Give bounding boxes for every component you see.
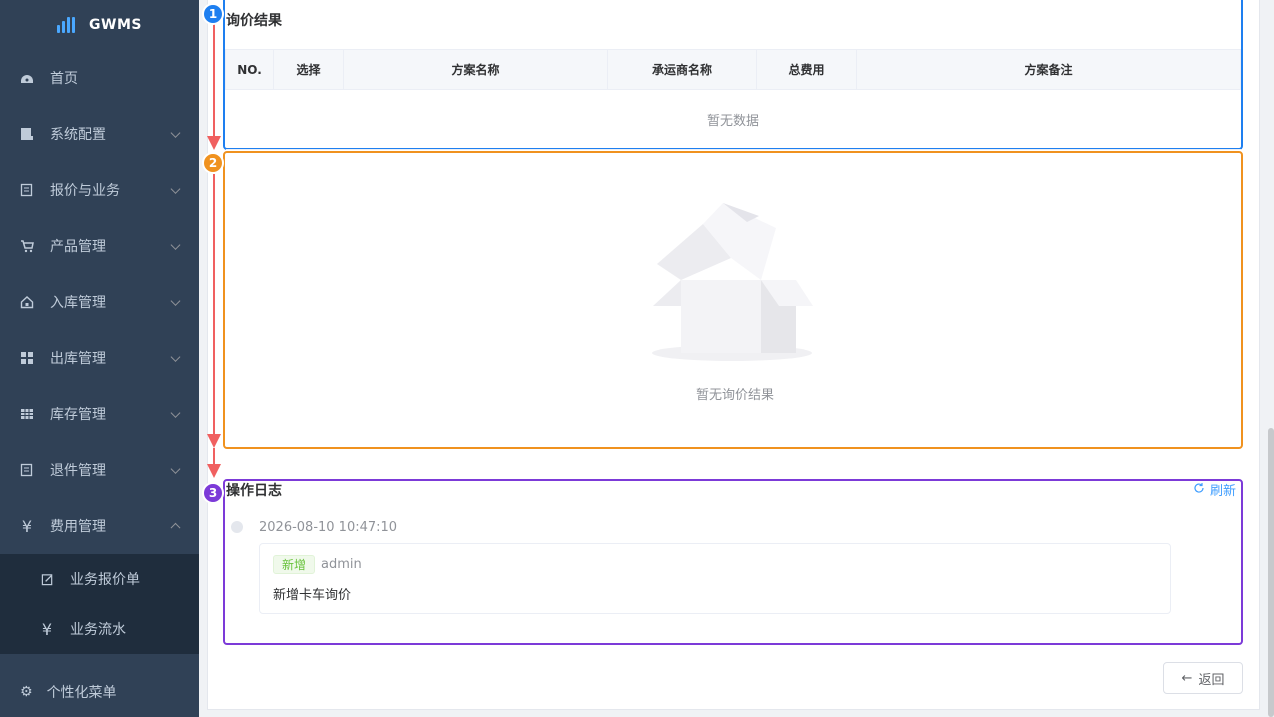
sidebar-item-system[interactable]: 系统配置 <box>0 106 199 162</box>
scrollbar[interactable] <box>1268 428 1274 717</box>
sidebar-subitem-flow[interactable]: ¥ 业务流水 <box>0 604 199 654</box>
results-title: 询价结果 <box>226 13 282 29</box>
sidebar-item-label: 库存管理 <box>50 407 106 423</box>
yen-icon: ¥ <box>21 516 33 536</box>
edit-icon <box>40 573 54 586</box>
sidebar-subitem-label: 业务报价单 <box>70 572 140 588</box>
gear-icon: ⚙ <box>20 684 33 700</box>
sidebar-item-outbound[interactable]: 出库管理 <box>0 330 199 386</box>
chevron-down-icon <box>170 128 181 138</box>
column-header[interactable]: 选择 <box>273 49 344 90</box>
sidebar-item-label: 首页 <box>50 71 78 87</box>
refresh-button[interactable]: 刷新 <box>1193 480 1236 499</box>
sidebar-custom-menu[interactable]: ⚙ 个性化菜单 <box>0 667 199 717</box>
status-badge: 新增 <box>273 555 316 574</box>
dashboard-icon <box>20 71 34 85</box>
timeline-dot <box>231 521 243 533</box>
chevron-down-icon <box>170 408 181 418</box>
empty-box-icon <box>652 203 813 361</box>
yen-icon: ¥ <box>41 619 53 639</box>
chevron-down-icon <box>170 184 181 194</box>
sidebar-item-return[interactable]: 退件管理 <box>0 442 199 498</box>
back-label: 返回 <box>1198 672 1225 688</box>
results-table: NO. 选择 方案名称 承运商名称 总费用 方案备注 暂无数据 <box>225 49 1241 150</box>
sidebar-item-label: 入库管理 <box>50 295 106 311</box>
back-button[interactable]: ← 返回 <box>1163 662 1243 694</box>
arrow-left-icon: ← <box>1181 670 1193 686</box>
sidebar-item-home[interactable]: 首页 <box>0 50 199 106</box>
system-icon <box>20 127 34 141</box>
grid-icon <box>20 351 34 365</box>
cart-icon <box>20 239 34 253</box>
sidebar-item-inventory[interactable]: 库存管理 <box>0 386 199 442</box>
sidebar-item-product[interactable]: 产品管理 <box>0 218 199 274</box>
chevron-down-icon <box>170 464 181 474</box>
table-row: 暂无数据 <box>225 89 1241 150</box>
log-user: admin <box>321 557 362 572</box>
sidebar-item-label: 出库管理 <box>50 351 106 367</box>
empty-state-text: 暂无询价结果 <box>695 388 774 403</box>
refresh-label: 刷新 <box>1210 484 1237 499</box>
sidebar-item-label: 报价与业务 <box>50 183 120 199</box>
sidebar-item-inbound[interactable]: 入库管理 <box>0 274 199 330</box>
annotation-badge: 3 <box>202 482 224 504</box>
log-timestamp: 2026-08-10 10:47:10 <box>259 520 398 535</box>
quote-icon <box>20 183 34 197</box>
annotation-badge: 2 <box>202 152 224 174</box>
home-icon <box>20 295 34 309</box>
chevron-down-icon <box>170 240 181 250</box>
brand[interactable]: GWMS <box>0 0 199 50</box>
column-header[interactable]: 总费用 <box>756 49 857 90</box>
arrow-head-icon <box>207 136 221 150</box>
arrow-head-icon <box>207 434 221 448</box>
sidebar-item-label: 系统配置 <box>50 127 106 143</box>
chevron-down-icon <box>170 352 181 362</box>
arrow-head-icon <box>207 464 221 478</box>
refresh-icon <box>1193 482 1205 498</box>
sidebar-item-quote[interactable]: 报价与业务 <box>0 162 199 218</box>
expense-submenu: 业务报价单 ¥ 业务流水 <box>0 554 199 654</box>
table-header-row: NO. 选择 方案名称 承运商名称 总费用 方案备注 <box>225 49 1241 90</box>
table-icon <box>20 407 34 421</box>
sidebar: GWMS 首页 系统配置 报价与业务 产品管理 入库管理 出库管理 库存管理 退… <box>0 0 199 717</box>
chevron-up-icon <box>170 522 181 533</box>
annotation-arrow <box>213 448 215 464</box>
column-header[interactable]: NO. <box>225 49 274 90</box>
sidebar-item-label: 退件管理 <box>50 463 106 479</box>
annotation-badge: 1 <box>202 3 224 25</box>
annotation-arrow <box>213 24 215 136</box>
log-title: 操作日志 <box>226 483 282 499</box>
sidebar-subitem-label: 业务流水 <box>70 622 126 638</box>
log-message: 新增卡车询价 <box>273 588 352 603</box>
logo-icon <box>57 17 76 33</box>
annotation-arrow <box>213 174 215 434</box>
table-empty-text: 暂无数据 <box>225 89 1241 150</box>
sidebar-item-label: 产品管理 <box>50 239 106 255</box>
column-header[interactable]: 方案名称 <box>343 49 608 90</box>
sidebar-footer-label: 个性化菜单 <box>46 685 117 701</box>
column-header[interactable]: 承运商名称 <box>607 49 757 90</box>
sidebar-item-expense[interactable]: ¥ 费用管理 <box>0 498 199 554</box>
brand-name: GWMS <box>89 17 142 33</box>
log-entry-card: 新增 admin 新增卡车询价 <box>259 543 1171 614</box>
sidebar-item-label: 费用管理 <box>50 519 106 535</box>
sidebar-subitem-quote-sheet[interactable]: 业务报价单 <box>0 554 199 604</box>
return-icon <box>20 463 34 477</box>
column-header[interactable]: 方案备注 <box>856 49 1241 90</box>
chevron-down-icon <box>170 296 181 306</box>
